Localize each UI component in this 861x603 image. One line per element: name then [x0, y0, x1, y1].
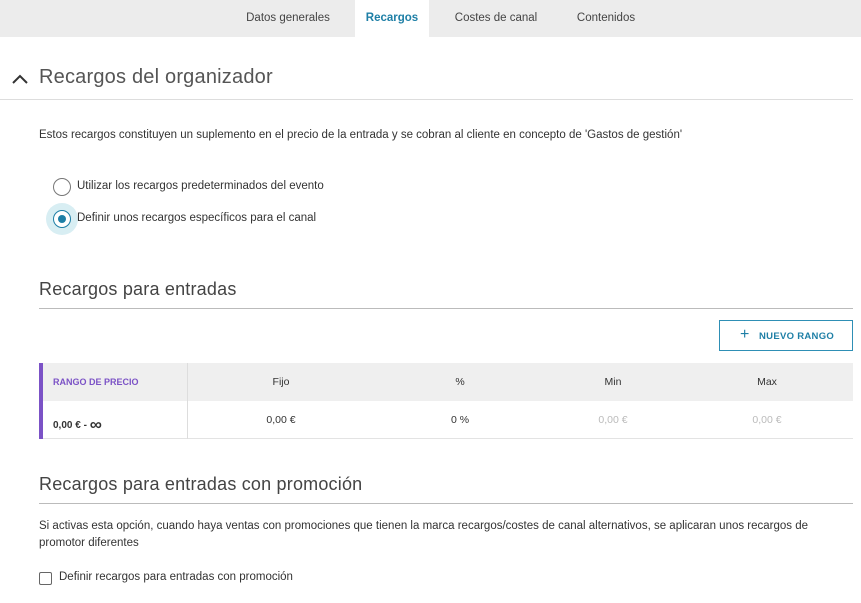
cell-max[interactable]: 0,00 € [681, 414, 853, 426]
promo-checkbox[interactable] [39, 572, 52, 585]
radio-button-selected[interactable] [53, 210, 71, 228]
cell-min[interactable]: 0,00 € [545, 414, 681, 426]
column-divider [187, 363, 188, 439]
header-percent: % [455, 376, 465, 388]
plus-icon: + [740, 326, 750, 343]
tab-contenidos[interactable]: Contenidos [566, 0, 646, 37]
table-accent-bar [39, 363, 43, 439]
tab-costes-de-canal[interactable]: Costes de canal [444, 0, 548, 37]
cell-fixed[interactable]: 0,00 € [187, 414, 375, 426]
section-header: Recargos del organizador [0, 66, 853, 100]
tab-bar: Datos generales Recargos Costes de canal… [0, 0, 861, 37]
tickets-title: Recargos para entradas [39, 279, 237, 299]
header-price-range: RANGO DE PRECIO [53, 377, 139, 387]
table-header: RANGO DE PRECIO Fijo % Min Max [39, 363, 853, 401]
divider [39, 503, 853, 504]
divider [39, 308, 853, 309]
new-range-button[interactable]: + NUEVO RANGO [719, 320, 853, 351]
radio-label: Utilizar los recargos predeterminados de… [77, 180, 324, 192]
cell-price-range: 0,00 € - ∞ [53, 415, 102, 434]
tab-recargos[interactable]: Recargos [355, 0, 429, 37]
header-fixed: Fijo [272, 376, 290, 388]
tab-datos-generales[interactable]: Datos generales [232, 0, 344, 37]
infinity-icon: ∞ [89, 415, 102, 434]
promo-title: Recargos para entradas con promoción [39, 474, 363, 494]
promo-description: Si activas esta opción, cuando haya vent… [39, 520, 809, 549]
radio-button[interactable] [53, 178, 71, 196]
promo-checkbox-label: Definir recargos para entradas con promo… [59, 571, 293, 583]
header-max: Max [757, 376, 777, 388]
table-row[interactable]: 0,00 € - ∞ 0,00 € 0 % 0,00 € 0,00 € [39, 401, 853, 439]
cell-percent[interactable]: 0 % [375, 414, 545, 426]
header-min: Min [604, 376, 622, 388]
section-description: Estos recargos constituyen un suplemento… [39, 129, 683, 141]
section-title: Recargos del organizador [39, 66, 273, 88]
radio-label: Definir unos recargos específicos para e… [77, 212, 317, 224]
chevron-up-icon[interactable] [9, 68, 31, 90]
